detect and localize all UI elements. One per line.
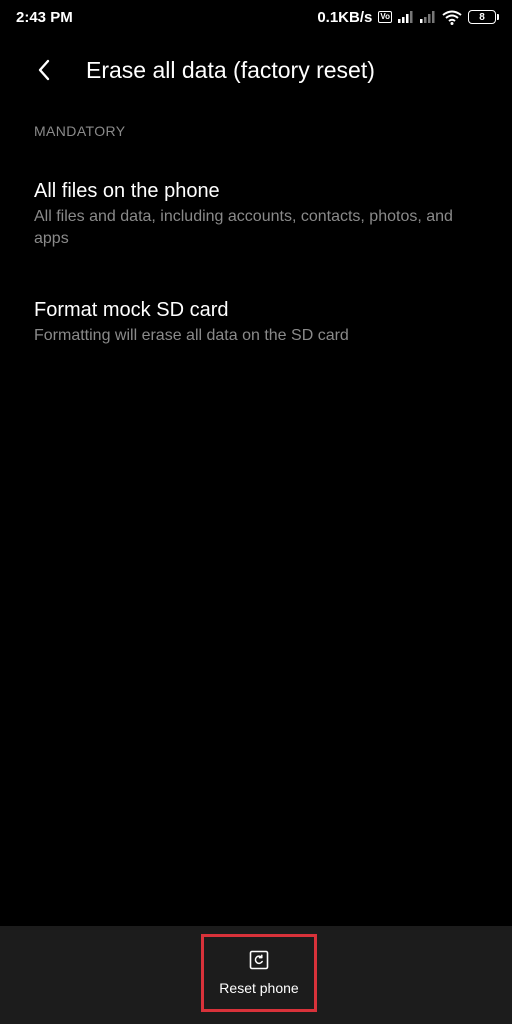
reset-phone-icon [249,950,269,970]
reset-phone-label: Reset phone [219,980,299,996]
back-button[interactable] [24,50,64,90]
page-title: Erase all data (factory reset) [86,56,375,83]
section-header: MANDATORY [34,123,126,139]
reset-phone-button[interactable]: Reset phone [201,934,317,1012]
chevron-left-icon [38,59,50,81]
volte-icon: Vo [378,11,392,23]
status-time: 2:43 PM [16,8,73,26]
signal-icon [398,11,413,23]
network-speed: 0.1KB/s [317,8,373,26]
battery-icon: 8 [468,10,499,24]
status-icons: 0.1KB/s Vo 8 [317,8,499,26]
item-title: All files on the phone [34,180,220,202]
app-header: Erase all data (factory reset) [0,48,512,92]
status-bar: 2:43 PM 0.1KB/s Vo 8 [0,0,512,34]
list-item-format-sd[interactable]: Format mock SD card Formatting will eras… [34,297,474,347]
item-subtitle: Formatting will erase all data on the SD… [34,327,349,344]
signal-icon-2 [420,11,435,23]
item-title: Format mock SD card [34,299,229,321]
battery-level: 8 [479,11,485,23]
wifi-icon [442,10,462,25]
bottom-action-bar: Reset phone [0,926,512,1024]
list-item-all-files[interactable]: All files on the phone All files and dat… [34,178,474,250]
item-subtitle: All files and data, including accounts, … [34,208,453,247]
